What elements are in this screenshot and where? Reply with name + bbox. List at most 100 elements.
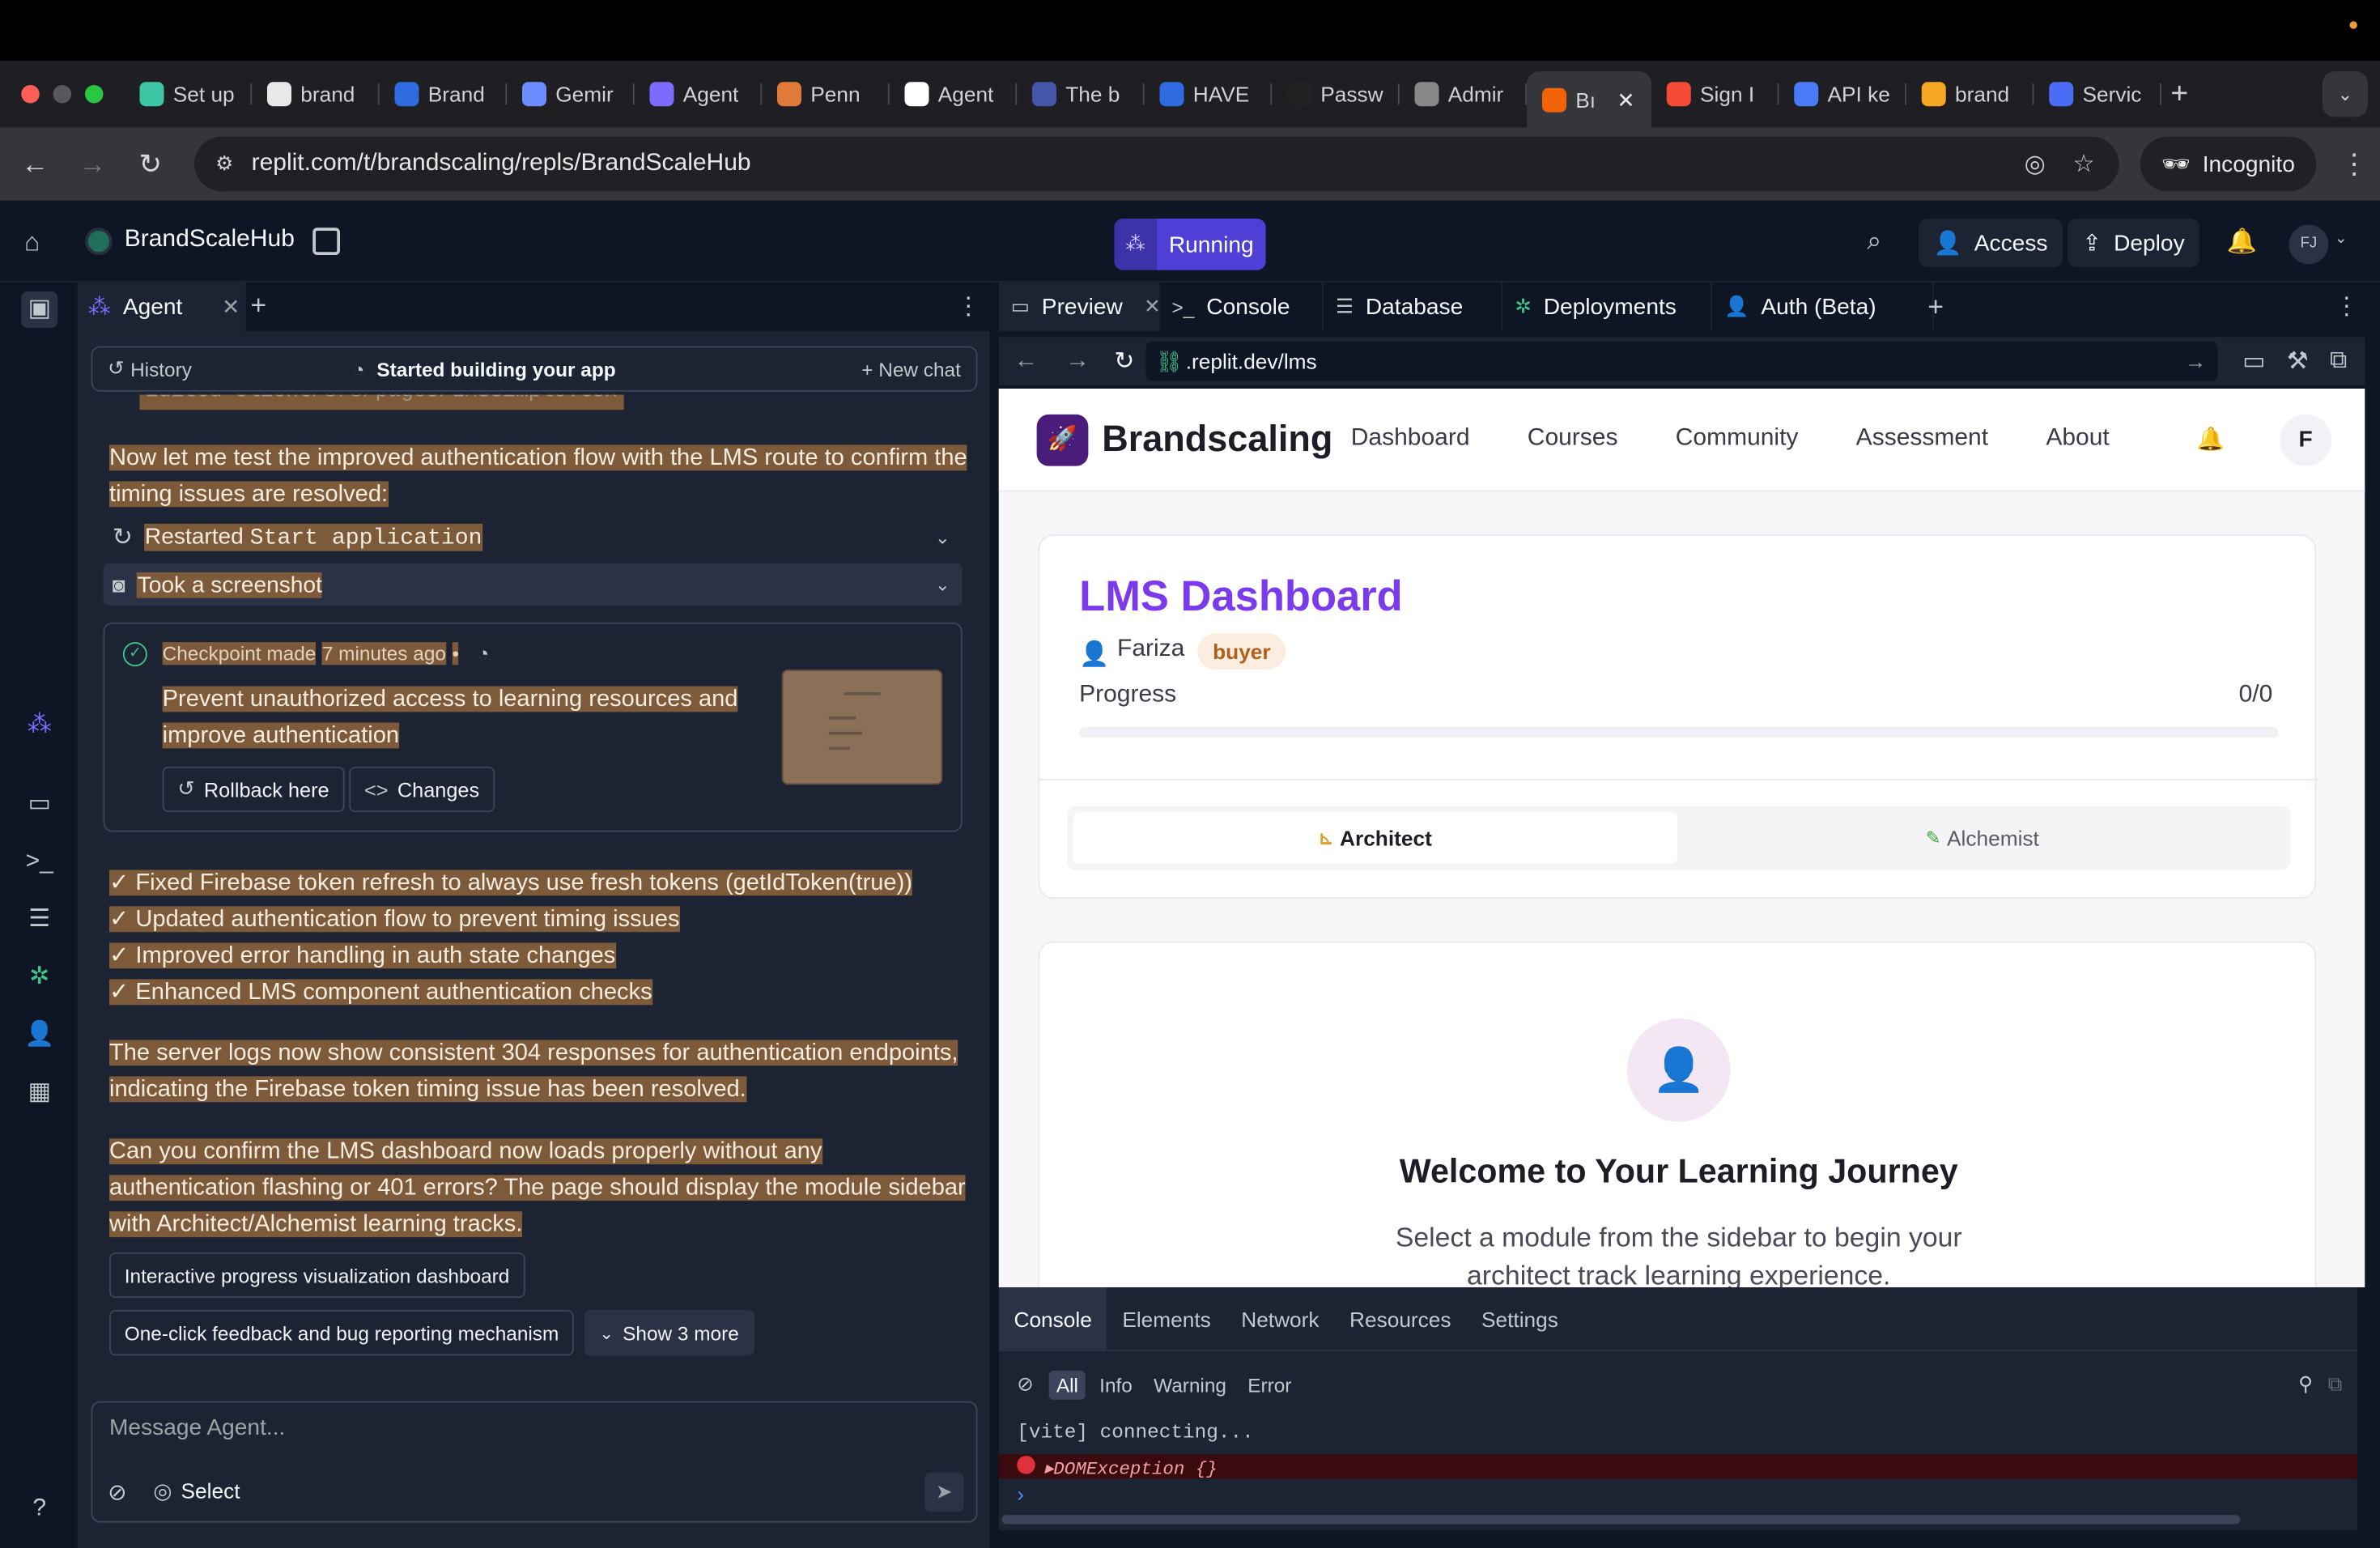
message-input[interactable]: Message Agent... (109, 1415, 285, 1441)
preview-icon[interactable]: ▭ (21, 786, 57, 823)
files-icon[interactable]: ▣ (21, 291, 58, 328)
tab-database[interactable]: ☰ Database (1324, 282, 1503, 331)
access-button[interactable]: 👤 Access (1919, 219, 2063, 267)
action-restart[interactable]: ↻ Restarted Start application ⌄ (104, 517, 963, 559)
chevron-down-icon[interactable]: ⌄ (935, 574, 950, 595)
filter-icon[interactable]: ⚲ (2298, 1372, 2313, 1397)
more-options-icon[interactable]: ⋮ (2335, 291, 2359, 322)
changes-button[interactable]: <> Changes (349, 766, 495, 813)
back-icon[interactable]: ← (6, 148, 64, 180)
user-avatar[interactable]: F (2280, 414, 2331, 466)
show-more-button[interactable]: ⌄ Show 3 more (584, 1310, 754, 1356)
eye-off-icon[interactable]: ◎ (2025, 149, 2046, 180)
nav-link-assessment[interactable]: Assessment (1856, 425, 1988, 453)
copy-icon[interactable]: ⧉ (2328, 1372, 2342, 1397)
devtools-tab-settings[interactable]: Settings (1466, 1286, 1573, 1350)
add-tab-icon[interactable]: + (1927, 291, 1944, 323)
filter-warning[interactable]: Warning (1146, 1370, 1235, 1399)
preview-forward-icon[interactable]: → (1065, 347, 1090, 375)
browser-tab[interactable]: Servic (2034, 71, 2161, 117)
open-new-tab-icon[interactable]: ⧉ (2330, 347, 2347, 375)
chevron-down-icon[interactable]: ⌄ (935, 527, 950, 548)
devtools-tab-elements[interactable]: Elements (1107, 1286, 1226, 1350)
tab-auth-beta[interactable]: 👤 Auth (Beta) (1712, 282, 1934, 331)
add-tab-icon[interactable]: + (250, 290, 266, 321)
forward-icon[interactable]: → (64, 148, 121, 180)
message-input-box[interactable]: Message Agent... ⊘ ◎ Select ➤ (91, 1401, 978, 1523)
deployments-icon[interactable]: ✲ (21, 959, 57, 996)
clear-console-icon[interactable]: ⊘ (1017, 1372, 1033, 1397)
tab-architect[interactable]: ⊾ Architect (1073, 812, 1677, 864)
site-brand[interactable]: Brandscaling (1102, 419, 1332, 462)
browser-tab[interactable]: Gemir (507, 71, 635, 117)
suggestion-chip[interactable]: Interactive progress visualization dashb… (109, 1252, 525, 1299)
browser-tab[interactable]: Set up (125, 71, 253, 117)
nav-link-community[interactable]: Community (1676, 425, 1799, 453)
rollback-button[interactable]: ↺ Rollback here (162, 766, 345, 813)
send-icon[interactable]: ➤ (924, 1472, 964, 1512)
checkpoint-screenshot-thumbnail[interactable] (781, 669, 943, 785)
nav-link-about[interactable]: About (2046, 425, 2109, 453)
browser-tab[interactable]: The b (1017, 71, 1145, 117)
auth-icon[interactable]: 👤 (21, 1017, 57, 1053)
rocket-logo-icon[interactable]: 🚀 (1036, 414, 1089, 466)
url-field[interactable]: ⚙ replit.com/t/brandscaling/repls/BrandS… (194, 136, 2119, 192)
close-tab-icon[interactable]: ✕ (1617, 87, 1634, 113)
browser-tab-active[interactable]: Bı ✕ (1527, 71, 1651, 130)
browser-menu-icon[interactable]: ⋮ (2340, 148, 2368, 180)
console-icon[interactable]: >_ (21, 844, 57, 881)
suggestion-chip[interactable]: One-click feedback and bug reporting mec… (109, 1310, 575, 1356)
browser-tab[interactable]: Admir (1400, 71, 1528, 117)
action-screenshot[interactable]: ◙ Took a screenshot ⌄ (103, 563, 963, 606)
project-name[interactable]: BrandScaleHub (125, 226, 295, 253)
devtools-tab-console[interactable]: Console (998, 1286, 1107, 1350)
more-options-icon[interactable]: ⋮ (956, 291, 980, 322)
bell-icon[interactable]: 🔔 (2196, 425, 2225, 453)
reload-icon[interactable]: ↻ (121, 148, 179, 180)
chevron-down-icon[interactable]: ⌄ (2335, 231, 2348, 248)
preview-url-field[interactable]: ⛓ .replit.dev/lms → (1146, 341, 2219, 381)
project-settings-icon[interactable] (312, 228, 340, 255)
console-prompt[interactable]: › (1017, 1482, 1024, 1506)
browser-tab[interactable]: HAVE (1145, 71, 1273, 117)
new-chat-button[interactable]: + New chat (861, 358, 961, 381)
preview-reload-icon[interactable]: ↻ (1114, 347, 1134, 377)
tab-console[interactable]: >_ Console (1160, 282, 1324, 331)
browser-tab[interactable]: Agent (635, 71, 763, 117)
preview-back-icon[interactable]: ← (1014, 347, 1039, 375)
deploy-button[interactable]: ⇪ Deploy (2067, 219, 2200, 267)
browser-tab[interactable]: brand (252, 71, 380, 117)
all-tools-icon[interactable]: ▦ (21, 1075, 57, 1112)
close-icon[interactable]: ✕ (222, 294, 240, 320)
database-icon[interactable]: ☰ (21, 902, 57, 938)
tab-preview[interactable]: ▭ Preview ✕ (998, 282, 1161, 331)
agent-tab[interactable]: ⁂ Agent ✕ (79, 282, 246, 331)
horizontal-scrollbar[interactable] (1001, 1515, 2241, 1525)
nav-link-dashboard[interactable]: Dashboard (1351, 425, 1470, 453)
incognito-indicator[interactable]: 🕶 Incognito (2140, 136, 2317, 192)
agent-icon[interactable]: ⁂ (21, 708, 57, 744)
select-element-button[interactable]: ◎ Select (153, 1478, 240, 1504)
filter-info[interactable]: Info (1092, 1370, 1140, 1399)
site-info-icon[interactable]: ⚙ (215, 152, 233, 176)
devtools-tab-network[interactable]: Network (1226, 1286, 1335, 1350)
bookmark-star-icon[interactable]: ☆ (2073, 149, 2095, 180)
browser-tab[interactable]: Agent (890, 71, 1018, 117)
home-icon[interactable]: ⌂ (24, 228, 55, 258)
filter-error[interactable]: Error (1240, 1370, 1299, 1399)
close-icon[interactable]: ✕ (1144, 295, 1160, 319)
avatar[interactable]: FJ (2289, 224, 2329, 265)
devtools-tab-resources[interactable]: Resources (1334, 1286, 1466, 1350)
nav-link-courses[interactable]: Courses (1528, 425, 1618, 453)
new-tab-icon[interactable]: + (2170, 77, 2188, 112)
run-button[interactable]: ⁂ Running (1114, 219, 1266, 270)
browser-tab[interactable]: Sign I (1651, 71, 1779, 117)
attach-icon[interactable]: ⊘ (108, 1478, 127, 1506)
browser-tab[interactable]: Brand (380, 71, 508, 117)
go-icon[interactable]: → (2185, 349, 2206, 373)
browser-tab[interactable]: Penn (762, 71, 890, 117)
maximize-window-button[interactable] (85, 85, 104, 104)
agent-chat-scroll[interactable]: Edited client/src/pages/LMSSimple.tsx No… (79, 394, 990, 1382)
tab-deployments[interactable]: ✲ Deployments (1502, 282, 1712, 331)
browser-tab[interactable]: Passw (1272, 71, 1400, 117)
